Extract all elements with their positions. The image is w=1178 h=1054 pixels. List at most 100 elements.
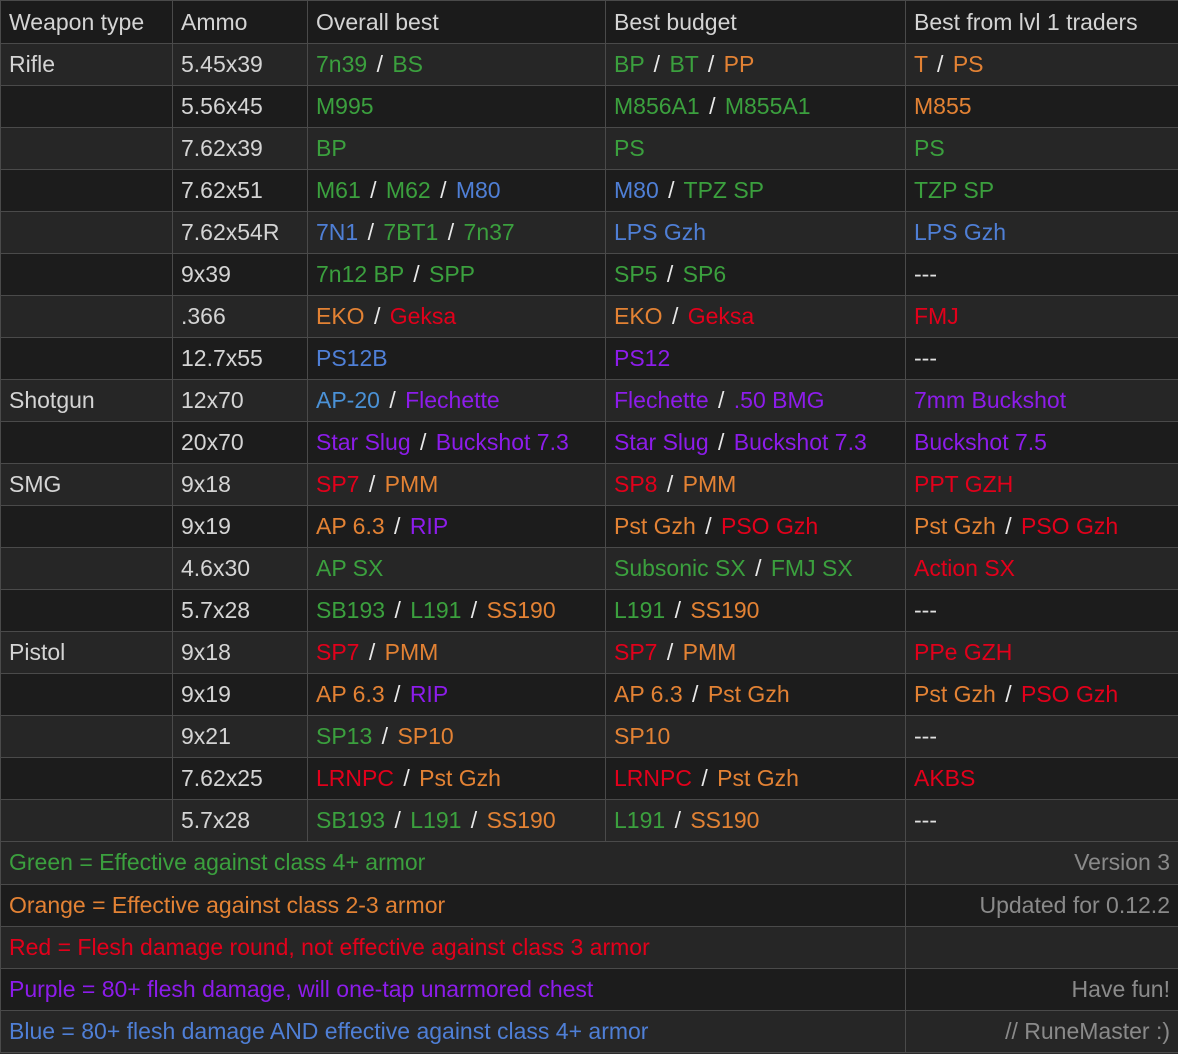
cell-best-lvl1-traders: FMJ	[905, 295, 1178, 338]
ammo-entry: Flechette	[405, 387, 500, 413]
cell-weapon-type	[0, 589, 173, 632]
cell-best-lvl1-traders: PS	[905, 127, 1178, 170]
cell-best-lvl1-traders: TZP SP	[905, 169, 1178, 212]
cell-weapon-type	[0, 85, 173, 128]
ammo-entry: Buckshot 7.5	[914, 429, 1047, 455]
ammo-entry: M855	[914, 93, 972, 119]
ammo-entry: PS	[614, 135, 645, 161]
ammo-entry: PS12B	[316, 345, 388, 371]
ammo-entry: M61	[316, 177, 361, 203]
ammo-entry: Star Slug	[614, 429, 709, 455]
cell-overall-best: 7n12 BP / SPP	[307, 253, 606, 296]
table-row: 9x39 7n12 BP / SPP SP5 / SP6 ---	[0, 253, 1178, 296]
legend-meta-note: // RuneMaster :)	[905, 1010, 1178, 1053]
cell-ammo-caliber: 9x39	[172, 253, 308, 296]
ammo-entry: 7N1	[316, 219, 359, 245]
ammo-separator: /	[707, 51, 715, 77]
cell-best-lvl1-traders: PPe GZH	[905, 631, 1178, 674]
cell-best-budget: EKO / Geksa	[605, 295, 906, 338]
cell-overall-best: 7N1 / 7BT1 / 7n37	[307, 211, 606, 254]
legend-meta-note: Have fun!	[905, 968, 1178, 1011]
ammo-separator: /	[718, 429, 725, 455]
ammo-entry: PMM	[384, 639, 439, 665]
table-row: 5.7x28 SB193 / L191 / SS190 L191 / SS190 …	[0, 589, 1178, 632]
cell-best-lvl1-traders: Buckshot 7.5	[905, 421, 1178, 464]
ammo-entry: SP7	[614, 639, 658, 665]
cell-best-lvl1-traders: ---	[905, 715, 1178, 758]
ammo-entry: LPS Gzh	[914, 219, 1007, 245]
cell-best-budget: PS12	[605, 337, 906, 380]
ammo-entry: SPP	[429, 261, 476, 287]
cell-ammo-caliber: 9x18	[172, 631, 308, 674]
cell-best-lvl1-traders: ---	[905, 253, 1178, 296]
ammo-separator: /	[376, 51, 383, 77]
ammo-entry: M995	[316, 93, 374, 119]
ammo-entry: 7mm Buckshot	[914, 387, 1067, 413]
ammo-entry: M855A1	[724, 93, 811, 119]
cell-best-budget: L191 / SS190	[605, 799, 906, 842]
cell-weapon-type	[0, 547, 173, 590]
ammo-separator: /	[718, 387, 725, 413]
ammo-entry: SB193	[316, 807, 386, 833]
legend-meta-note	[905, 926, 1178, 969]
cell-ammo-caliber: 7.62x25	[172, 757, 308, 800]
ammo-entry: L191	[614, 597, 666, 623]
ammo-entry: BP	[316, 135, 347, 161]
table-row: 7.62x39 BP PS PS	[0, 127, 1178, 170]
cell-weapon-type	[0, 127, 173, 170]
cell-weapon-type	[0, 337, 173, 380]
ammo-separator: /	[671, 303, 679, 329]
ammo-separator: /	[370, 177, 377, 203]
cell-overall-best: M995	[307, 85, 606, 128]
table-row: 9x19 AP 6.3 / RIP AP 6.3 / Pst Gzh Pst Gz…	[0, 673, 1178, 716]
ammo-separator: /	[373, 303, 381, 329]
column-header-weapon-type: Weapon type	[0, 0, 173, 44]
cell-ammo-caliber: 9x21	[172, 715, 308, 758]
cell-overall-best: SP7 / PMM	[307, 631, 606, 674]
ammo-entry: 7n12 BP	[316, 261, 404, 287]
cell-best-budget: Subsonic SX / FMJ SX	[605, 547, 906, 590]
cell-best-lvl1-traders: M855	[905, 85, 1178, 128]
ammo-entry: Pst Gzh	[914, 513, 996, 539]
ammo-entry: EKO	[614, 303, 663, 329]
cell-ammo-caliber: 5.56x45	[172, 85, 308, 128]
ammo-separator: /	[666, 471, 674, 497]
ammo-entry: SP5	[614, 261, 658, 287]
ammo-entry: SS190	[486, 597, 556, 623]
ammo-entry: PSO Gzh	[720, 513, 819, 539]
ammo-entry: SP10	[397, 723, 454, 749]
cell-best-budget: LPS Gzh	[605, 211, 906, 254]
ammo-separator: /	[368, 639, 376, 665]
ammo-entry: PPe GZH	[914, 639, 1013, 665]
cell-best-budget: PS	[605, 127, 906, 170]
cell-best-lvl1-traders: AKBS	[905, 757, 1178, 800]
ammo-separator: /	[666, 261, 674, 287]
ammo-entry: L191	[410, 807, 462, 833]
ammo-entry: T	[914, 51, 928, 77]
legend-table: Green = Effective against class 4+ armor…	[0, 842, 1178, 1053]
ammo-separator: /	[666, 639, 674, 665]
cell-ammo-caliber: .366	[172, 295, 308, 338]
cell-overall-best: BP	[307, 127, 606, 170]
cell-best-budget: LRNPC / Pst Gzh	[605, 757, 906, 800]
ammo-entry: TZP SP	[914, 177, 995, 203]
ammo-entry: Action SX	[914, 555, 1015, 581]
ammo-entry: EKO	[316, 303, 365, 329]
ammo-separator: /	[705, 513, 712, 539]
cell-best-lvl1-traders: Action SX	[905, 547, 1178, 590]
cell-best-lvl1-traders: 7mm Buckshot	[905, 379, 1178, 422]
table-row: SMG 9x18 SP7 / PMM SP8 / PMM PPT GZH	[0, 463, 1178, 506]
ammo-separator: /	[420, 429, 427, 455]
cell-best-lvl1-traders: Pst Gzh / PSO Gzh	[905, 505, 1178, 548]
cell-overall-best: SP7 / PMM	[307, 463, 606, 506]
cell-overall-best: 7n39 / BS	[307, 43, 606, 86]
table-row: Shotgun 12x70 AP-20 / Flechette Flechette …	[0, 379, 1178, 422]
legend-row: Orange = Effective against class 2-3 arm…	[0, 884, 1178, 927]
cell-best-lvl1-traders: ---	[905, 337, 1178, 380]
legend-meta-note: Version 3	[905, 842, 1178, 885]
table-row: 9x21 SP13 / SP10 SP10 ---	[0, 715, 1178, 758]
ammo-entry: PS	[914, 135, 945, 161]
cell-weapon-type: Rifle	[0, 43, 173, 86]
cell-best-lvl1-traders: ---	[905, 799, 1178, 842]
cell-overall-best: EKO / Geksa	[307, 295, 606, 338]
